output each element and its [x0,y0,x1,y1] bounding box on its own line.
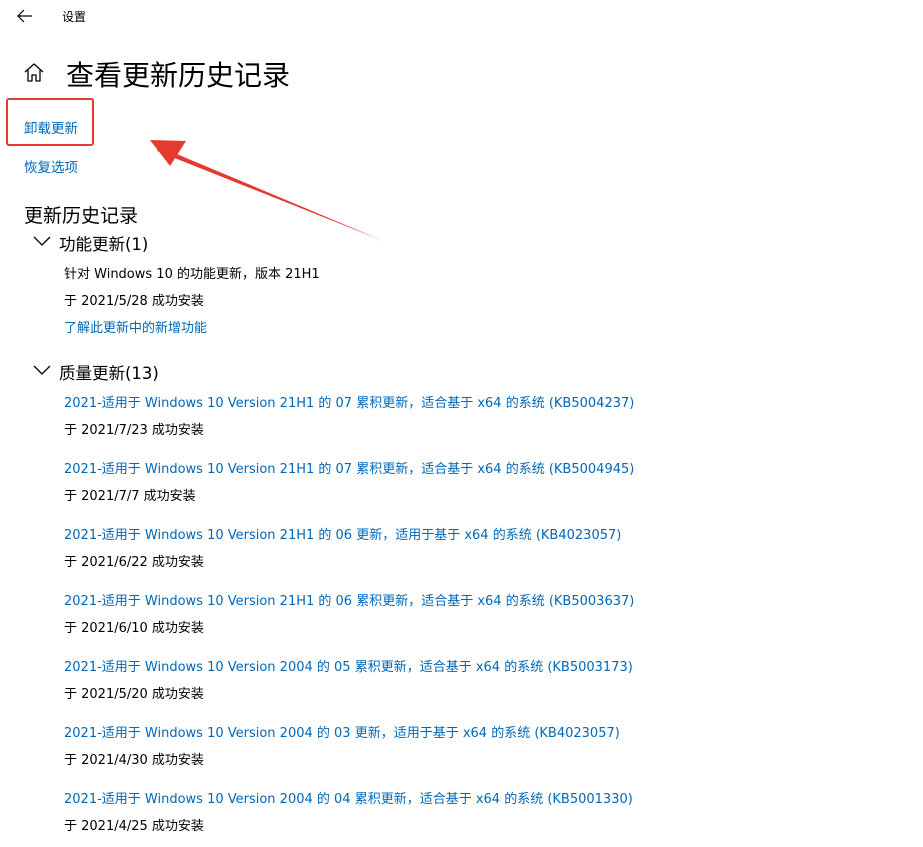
quality-update-link[interactable]: 2021-适用于 Windows 10 Version 21H1 的 07 累积… [64,392,634,411]
quality-update-link[interactable]: 2021-适用于 Windows 10 Version 21H1 的 07 累积… [64,458,634,477]
back-button[interactable] [14,6,36,26]
quality-updates-group-toggle[interactable]: 质量更新(13) [33,360,233,384]
feature-update-title: 针对 Windows 10 的功能更新，版本 21H1 [64,267,320,282]
quality-update-date: 于 2021/4/30 成功安装 [64,753,204,768]
quality-update-date: 于 2021/4/25 成功安装 [64,819,204,834]
quality-update-date: 于 2021/6/10 成功安装 [64,621,204,636]
chevron-down-icon [33,236,51,246]
app-title: 设置 [62,10,87,24]
quality-update-date: 于 2021/7/23 成功安装 [64,423,204,438]
quality-update-link[interactable]: 2021-适用于 Windows 10 Version 2004 的 05 累积… [64,656,633,675]
recovery-options-link[interactable]: 恢复选项 [24,156,78,176]
quality-updates-label: 质量更新(13) [59,364,159,383]
page-title: 查看更新历史记录 [66,59,291,92]
home-button[interactable] [22,61,46,85]
quality-update-date: 于 2021/7/7 成功安装 [64,489,196,504]
quality-update-link[interactable]: 2021-适用于 Windows 10 Version 21H1 的 06 累积… [64,590,634,609]
back-arrow-icon [17,9,32,23]
home-icon [24,63,44,82]
quality-update-link[interactable]: 2021-适用于 Windows 10 Version 2004 的 03 更新… [64,722,620,741]
quality-update-date: 于 2021/6/22 成功安装 [64,555,204,570]
quality-update-link[interactable]: 2021-适用于 Windows 10 Version 2004 的 04 累积… [64,788,633,807]
quality-update-date: 于 2021/5/20 成功安装 [64,687,204,702]
annotation-highlight-box [6,98,94,146]
feature-updates-group-toggle[interactable]: 功能更新(1) [33,231,233,255]
update-history-heading: 更新历史记录 [24,205,139,227]
chevron-down-icon [33,365,51,375]
whats-new-link[interactable]: 了解此更新中的新增功能 [64,317,207,336]
feature-update-date: 于 2021/5/28 成功安装 [64,294,204,309]
quality-update-link[interactable]: 2021-适用于 Windows 10 Version 21H1 的 06 更新… [64,524,621,543]
feature-updates-label: 功能更新(1) [59,235,149,254]
